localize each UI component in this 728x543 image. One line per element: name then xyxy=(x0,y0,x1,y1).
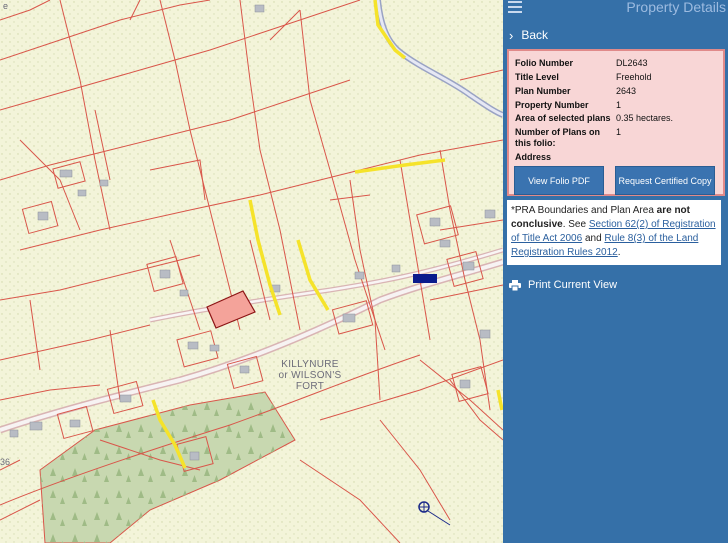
detail-value: 1 xyxy=(616,100,622,110)
disclaimer-prefix: *PRA Boundaries and Plan Area xyxy=(511,205,657,216)
property-details-panel: Property Details › Back Folio Number DL2… xyxy=(503,0,728,543)
detail-value: Freehold xyxy=(616,72,652,82)
map-view[interactable]: KILLYNURE or WILSON'S FORT 36 e xyxy=(0,0,503,543)
townland-label-line1: KILLYNURE xyxy=(281,359,339,370)
back-label: Back xyxy=(521,28,549,42)
detail-key: Plan Number xyxy=(515,86,571,96)
detail-key: Address xyxy=(515,152,552,162)
print-label: Print Current View xyxy=(528,279,618,291)
detail-key: Number of Plans on this folio: xyxy=(515,127,601,148)
detail-key: Folio Number xyxy=(515,58,573,68)
location-marker xyxy=(413,274,437,283)
disclaimer-mid1: . See xyxy=(562,219,589,230)
print-current-view-button[interactable]: Print Current View xyxy=(509,279,617,291)
menu-icon[interactable] xyxy=(508,1,522,13)
detail-key: Property Number xyxy=(515,100,589,110)
detail-value: DL2643 xyxy=(616,58,648,68)
back-button[interactable]: › Back xyxy=(503,23,728,47)
townland-label: KILLYNURE or WILSON'S FORT xyxy=(270,359,350,392)
panel-title: Property Details xyxy=(626,0,726,15)
detail-value: 0.35 hectares. xyxy=(616,113,674,123)
folio-details-card: Folio Number DL2643 Title Level Freehold… xyxy=(507,49,725,196)
chevron-right-icon: › xyxy=(509,27,514,43)
map-edge-label-top: e xyxy=(3,1,9,11)
detail-key: Title Level xyxy=(515,72,559,82)
map-canvas[interactable] xyxy=(0,0,503,543)
disclaimer-mid2: and xyxy=(582,233,605,244)
map-edge-label-bottom: 36 xyxy=(0,457,11,467)
detail-key: Area of selected plans xyxy=(515,113,611,123)
boundary-disclaimer: *PRA Boundaries and Plan Area are not co… xyxy=(507,200,721,265)
townland-label-line2: or WILSON'S xyxy=(278,370,342,381)
detail-value: 1 xyxy=(616,127,622,137)
townland-label-line3: FORT xyxy=(295,381,325,392)
disclaimer-suffix: . xyxy=(617,247,621,258)
printer-icon xyxy=(509,279,521,291)
request-certified-copy-button[interactable]: Request Certified Copy xyxy=(615,166,715,195)
panel-header: Property Details xyxy=(503,0,728,17)
detail-value: 2643 xyxy=(616,86,637,96)
view-folio-pdf-button[interactable]: View Folio PDF xyxy=(514,166,604,195)
